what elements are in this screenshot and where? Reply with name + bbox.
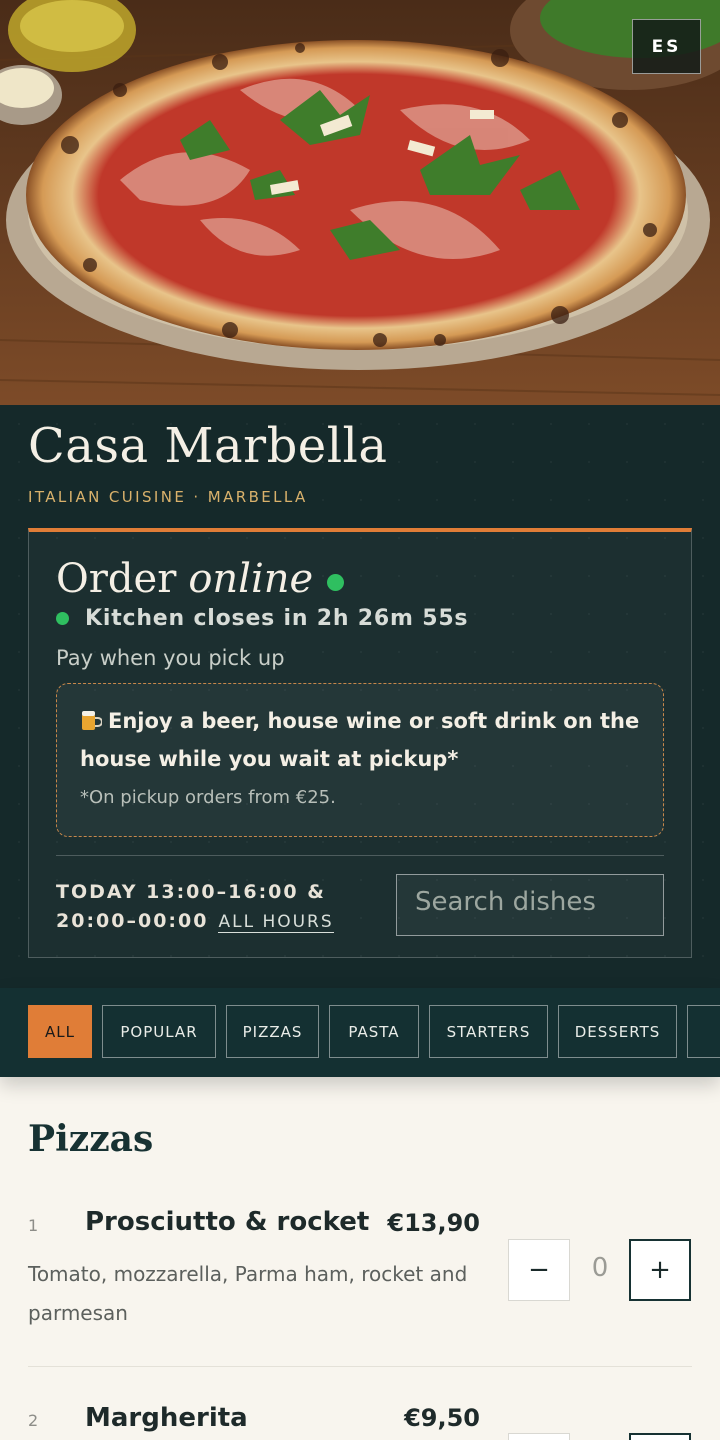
tab-starters[interactable]: STARTERS: [429, 1005, 548, 1058]
item-quantity: 0: [591, 1253, 609, 1283]
live-status-dot: [327, 573, 345, 591]
kitchen-status: Kitchen closes in 2h 26m 55s: [56, 606, 468, 631]
tab-more-partial[interactable]: [687, 1005, 720, 1058]
payment-note: Pay when you pick up: [56, 646, 285, 670]
open-status-dot-icon: [56, 612, 69, 625]
item-name: Prosciutto & rocket: [85, 1207, 370, 1237]
language-toggle-button[interactable]: ES: [632, 19, 701, 74]
tab-all[interactable]: ALL: [28, 1005, 92, 1058]
item-name: Margherita: [85, 1403, 248, 1433]
increase-quantity-button[interactable]: +: [629, 1433, 691, 1440]
item-divider: [28, 1366, 692, 1367]
tab-desserts[interactable]: DESSERTS: [558, 1005, 677, 1058]
category-tabs-bar: ALL POPULAR PIZZAS PASTA STARTERS DESSER…: [0, 988, 720, 1077]
tab-popular[interactable]: POPULAR: [102, 1005, 216, 1058]
beer-mug-icon: [82, 711, 102, 730]
order-online-title: Order online: [56, 556, 345, 602]
pizza-hero-image: [0, 0, 720, 405]
restaurant-name: Casa Marbella: [28, 418, 388, 474]
promo-text: Enjoy a beer, house wine or soft drink o…: [80, 702, 650, 778]
item-description: Tomato, mozzarella, Parma ham, rocket an…: [28, 1262, 468, 1325]
order-card-divider: [56, 855, 664, 856]
tab-pizzas[interactable]: PIZZAS: [226, 1005, 319, 1058]
decrease-quantity-button[interactable]: −: [508, 1433, 570, 1440]
hours-line-1: TODAY 13:00–16:00 &: [56, 881, 326, 903]
section-title-pizzas: Pizzas: [28, 1118, 154, 1160]
hero-image: ES: [0, 0, 720, 405]
order-title-italic: online: [188, 556, 314, 602]
item-number: 2: [28, 1411, 39, 1430]
minus-icon: −: [528, 1255, 550, 1285]
decrease-quantity-button[interactable]: −: [508, 1239, 570, 1301]
restaurant-subtitle: ITALIAN CUISINE · MARBELLA: [28, 488, 308, 506]
hours-line-2: 20:00–00:00: [56, 910, 209, 932]
search-input[interactable]: [415, 887, 655, 917]
increase-quantity-button[interactable]: +: [629, 1239, 691, 1301]
item-number: 1: [28, 1216, 39, 1235]
tab-pasta[interactable]: PASTA: [329, 1005, 419, 1058]
item-price: €13,90: [387, 1209, 480, 1237]
search-dishes-field[interactable]: [396, 874, 664, 936]
plus-icon: +: [649, 1255, 671, 1285]
promo-footnote: *On pickup orders from €25.: [80, 787, 336, 808]
promo-main-text: Enjoy a beer, house wine or soft drink o…: [80, 709, 640, 771]
item-price: €9,50: [404, 1404, 480, 1432]
all-hours-link[interactable]: ALL HOURS: [218, 912, 334, 933]
kitchen-countdown: Kitchen closes in 2h 26m 55s: [85, 606, 469, 631]
order-title-plain: Order: [56, 556, 177, 602]
opening-hours: TODAY 13:00–16:00 & 20:00–00:00 ALL HOURS: [56, 878, 334, 936]
